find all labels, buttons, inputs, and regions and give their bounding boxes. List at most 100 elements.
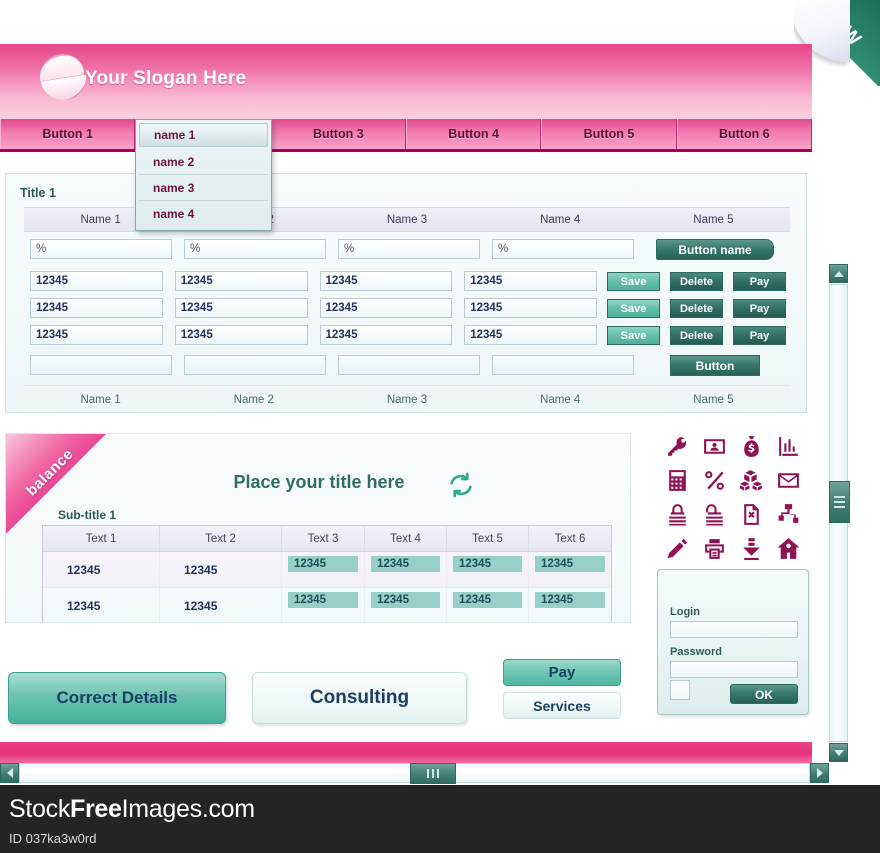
- printer-icon[interactable]: [697, 532, 732, 564]
- row3-input-3[interactable]: [319, 325, 453, 345]
- lock-closed-icon[interactable]: [660, 498, 695, 530]
- top-strip: [0, 0, 880, 44]
- percent-input-2[interactable]: [184, 239, 326, 259]
- document-delete-icon[interactable]: [734, 498, 769, 530]
- column-footer-2: Name 2: [233, 393, 274, 406]
- main-content: Title 1 Name 1 Name 2 Name 3 Name 4 Name…: [0, 155, 812, 742]
- row1-input-2[interactable]: [174, 271, 308, 291]
- row2-input-4[interactable]: [464, 298, 597, 318]
- vscroll-track[interactable]: [829, 284, 850, 742]
- row3-input-1[interactable]: [30, 325, 163, 345]
- balance-title: Place your title here: [233, 472, 405, 492]
- password-input[interactable]: [670, 661, 798, 678]
- nav-button-3[interactable]: Button 3: [270, 119, 406, 149]
- nav-button-6[interactable]: Button 6: [676, 119, 812, 149]
- id-card-icon[interactable]: [697, 430, 732, 462]
- balance-subtitle: Sub-title 1: [58, 508, 117, 522]
- save-button[interactable]: Save: [607, 298, 660, 318]
- nav-button-1[interactable]: Button 1: [0, 119, 136, 149]
- login-panel: Login Password OK: [657, 569, 809, 715]
- icon-toolbar: [660, 430, 800, 564]
- home-icon[interactable]: [771, 532, 806, 564]
- watermark-id: ID 037ka3w0rd: [9, 831, 97, 846]
- remember-checkbox[interactable]: [670, 680, 690, 700]
- row2-input-2[interactable]: [174, 298, 308, 318]
- pencil-icon[interactable]: [660, 532, 695, 564]
- dropdown-item-2[interactable]: name 2: [139, 149, 268, 175]
- row1-input-3[interactable]: [319, 271, 453, 291]
- key-icon[interactable]: [660, 430, 695, 462]
- scroll-right-icon[interactable]: [810, 763, 829, 783]
- new-input-3[interactable]: [338, 355, 480, 375]
- dropdown-item-1[interactable]: name 1: [139, 123, 268, 147]
- delete-button[interactable]: Delete: [670, 298, 723, 318]
- save-button[interactable]: Save: [607, 271, 660, 291]
- pay-button[interactable]: Pay: [733, 271, 786, 291]
- new-input-2[interactable]: [184, 355, 326, 375]
- balance-r1-c1: 12345: [43, 552, 160, 587]
- new-input-4[interactable]: [492, 355, 634, 375]
- main-table: Name 1 Name 2 Name 3 Name 4 Name 5 Butto: [24, 207, 790, 413]
- row2-input-3[interactable]: [319, 298, 453, 318]
- correct-details-button[interactable]: Correct Details: [8, 672, 226, 724]
- bar-chart-icon[interactable]: [771, 430, 806, 462]
- envelope-icon[interactable]: [771, 464, 806, 496]
- save-button[interactable]: Save: [607, 325, 660, 345]
- pay-action-button[interactable]: Pay: [503, 659, 621, 686]
- site-header: Your Slogan Here: [0, 44, 812, 119]
- row1-input-4[interactable]: [464, 271, 597, 291]
- dropdown-item-4[interactable]: name 4: [139, 201, 268, 227]
- org-chart-icon[interactable]: [771, 498, 806, 530]
- hscroll-thumb[interactable]: [410, 763, 456, 784]
- percent-input-1[interactable]: [30, 239, 172, 259]
- percent-icon[interactable]: [697, 464, 732, 496]
- hscroll-track[interactable]: [19, 763, 810, 784]
- watermark-mid: Free: [70, 795, 122, 823]
- watermark-suffix: Images.com: [121, 795, 255, 823]
- row3-input-4[interactable]: [464, 325, 597, 345]
- slogan-text: Your Slogan Here: [85, 68, 247, 89]
- scroll-up-icon[interactable]: [829, 264, 848, 283]
- new-input-1[interactable]: [30, 355, 172, 375]
- boxes-icon[interactable]: [734, 464, 769, 496]
- table-footer-row: Name 1 Name 2 Name 3 Name 4 Name 5: [24, 385, 790, 413]
- logo[interactable]: [40, 52, 90, 104]
- scroll-left-icon[interactable]: [0, 763, 19, 783]
- pay-button[interactable]: Pay: [733, 325, 786, 345]
- column-footer-4: Name 4: [540, 393, 581, 406]
- percent-row: Button name: [24, 238, 790, 260]
- balance-col-6: Text 6: [554, 532, 586, 545]
- download-icon[interactable]: [734, 532, 769, 564]
- pay-button[interactable]: Pay: [733, 298, 786, 318]
- delete-button[interactable]: Delete: [670, 271, 723, 291]
- login-input[interactable]: [670, 621, 798, 638]
- delete-button[interactable]: Delete: [670, 325, 723, 345]
- footer-bar: [0, 742, 812, 763]
- money-bag-icon[interactable]: [734, 430, 769, 462]
- balance-r1-c2: 12345: [160, 552, 282, 587]
- vscroll-thumb[interactable]: [829, 481, 850, 523]
- table-body: Button name Save Delete Pay: [24, 232, 790, 385]
- balance-table: Text 1 Text 2 Text 3 Text 4 Text 5 Text …: [42, 525, 612, 622]
- row1-input-1[interactable]: [30, 271, 163, 291]
- percent-input-4[interactable]: [492, 239, 634, 259]
- column-header-4: Name 4: [540, 213, 581, 226]
- horizontal-scrollbar[interactable]: [0, 763, 829, 784]
- percent-input-3[interactable]: [338, 239, 480, 259]
- calculator-icon[interactable]: [660, 464, 695, 496]
- dropdown-item-3[interactable]: name 3: [139, 175, 268, 201]
- row2-input-1[interactable]: [30, 298, 163, 318]
- nav-button-4[interactable]: Button 4: [405, 119, 542, 149]
- nav-button-5[interactable]: Button 5: [541, 119, 677, 149]
- button-name-button[interactable]: Button name: [656, 238, 774, 260]
- ok-button[interactable]: OK: [730, 684, 798, 704]
- add-button[interactable]: Button: [670, 354, 760, 376]
- consulting-button[interactable]: Consulting: [252, 672, 467, 724]
- scroll-down-icon[interactable]: [829, 743, 848, 762]
- lock-open-icon[interactable]: [697, 498, 732, 530]
- balance-panel: balance Place your title here Sub-title …: [5, 433, 631, 623]
- row3-input-2[interactable]: [174, 325, 308, 345]
- services-button[interactable]: Services: [503, 692, 621, 719]
- vertical-scrollbar[interactable]: [829, 264, 850, 762]
- refresh-icon[interactable]: [446, 470, 476, 500]
